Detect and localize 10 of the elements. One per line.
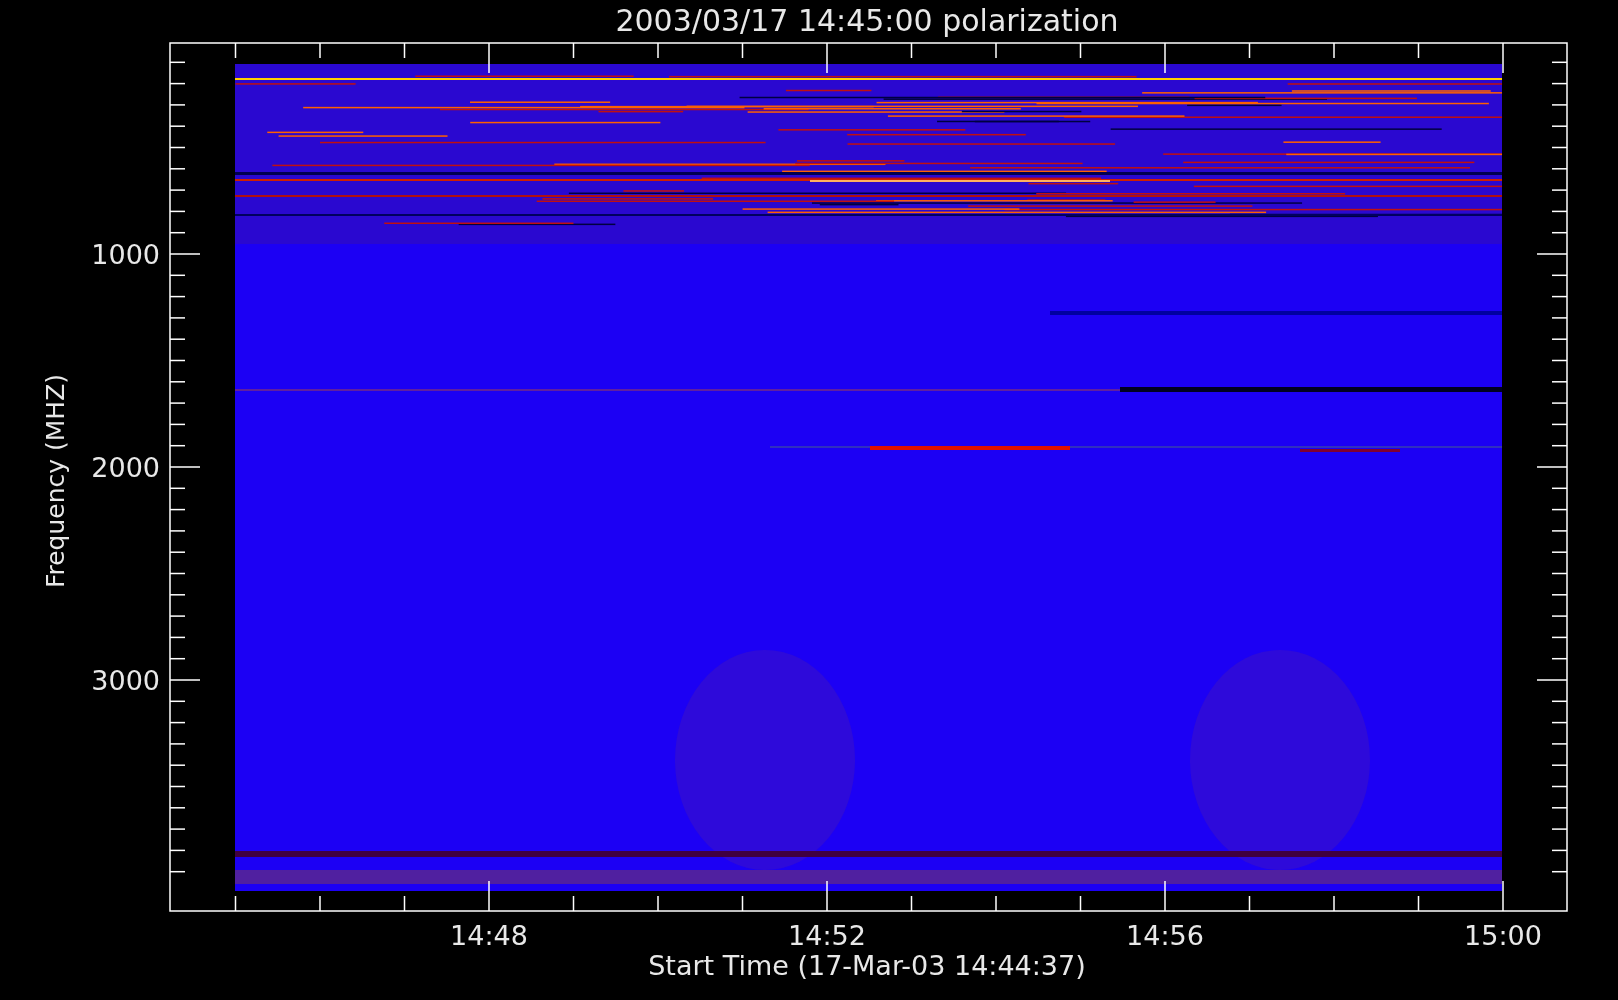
x-tick-label: 14:52 bbox=[788, 920, 866, 951]
y-tick-label: 3000 bbox=[91, 665, 160, 696]
x-tick-label: 14:56 bbox=[1126, 920, 1204, 951]
x-tick-label: 14:48 bbox=[450, 920, 528, 951]
plot-title: 2003/03/17 14:45:00 polarization bbox=[615, 3, 1119, 38]
x-tick-label: 15:00 bbox=[1464, 920, 1542, 951]
y-tick-label: 1000 bbox=[91, 239, 160, 270]
y-tick-label: 2000 bbox=[91, 452, 160, 483]
y-axis-label: Frequency (MHZ) bbox=[41, 373, 70, 589]
x-axis-label: Start Time (17-Mar-03 14:44:37) bbox=[648, 950, 1086, 981]
